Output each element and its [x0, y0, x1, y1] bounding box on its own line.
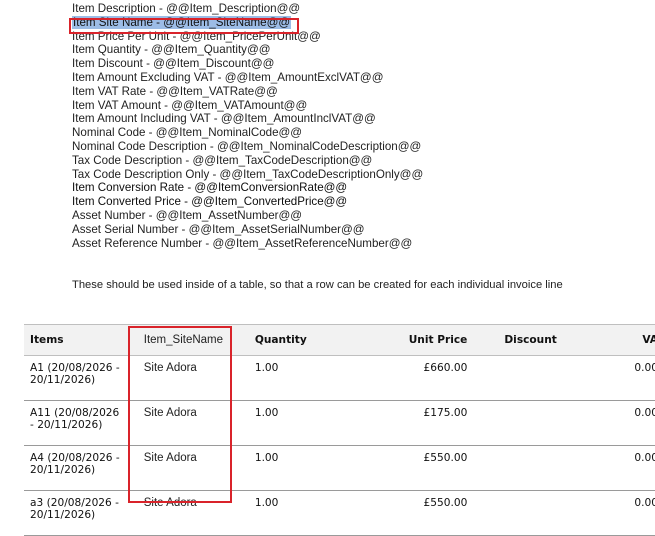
- cell-unit-price: £175.00: [351, 400, 474, 446]
- cell-vat: 0.00: [587, 490, 655, 536]
- merge-field-asset-serial-number: Asset Serial Number - @@Item_AssetSerial…: [72, 222, 365, 236]
- merge-field-item-converted-price: Item Converted Price - @@Item_ConvertedP…: [72, 195, 348, 209]
- header-unit-price: Unit Price: [351, 324, 474, 356]
- merge-field-item-quantity: Item Quantity - @@Item_Quantity@@: [72, 43, 271, 57]
- cell-vat: 0.00: [587, 445, 655, 491]
- table-row: a3 (20/08/2026 - 20/11/2026) Site Adora …: [24, 490, 655, 536]
- merge-field-asset-number: Asset Number - @@Item_AssetNumber@@: [72, 208, 303, 222]
- cell-vat: 0.00: [587, 355, 655, 401]
- cell-site-name: Site Adora: [129, 400, 249, 446]
- cell-item: A1 (20/08/2026 - 20/11/2026): [24, 355, 130, 401]
- cell-site-name: Site Adora: [129, 355, 249, 401]
- cell-site-name: Site Adora: [129, 490, 249, 536]
- table-header-row: Items Item_SiteName Quantity Unit Price …: [24, 324, 655, 356]
- header-item-site-name: Item_SiteName: [129, 324, 249, 356]
- merge-field-item-amount-incl-vat: Item Amount Including VAT - @@Item_Amoun…: [72, 112, 376, 126]
- cell-quantity: 1.00: [248, 490, 352, 536]
- cell-quantity: 1.00: [248, 445, 352, 491]
- merge-field-nominal-code-description: Nominal Code Description - @@Item_Nomina…: [72, 139, 422, 153]
- merge-field-item-discount: Item Discount - @@Item_Discount@@: [72, 57, 275, 71]
- merge-field-tax-code-description: Tax Code Description - @@Item_TaxCodeDes…: [72, 153, 373, 167]
- table-row: A4 (20/08/2026 - 20/11/2026) Site Adora …: [24, 445, 655, 491]
- cell-unit-price: £550.00: [351, 445, 474, 491]
- cell-item: A4 (20/08/2026 - 20/11/2026): [24, 445, 130, 491]
- merge-field-asset-reference-number: Asset Reference Number - @@Item_AssetRef…: [72, 236, 413, 250]
- table-row: A11 (20/08/2026 - 20/11/2026) Site Adora…: [24, 400, 655, 446]
- cell-item: A11 (20/08/2026 - 20/11/2026): [24, 400, 130, 446]
- merge-field-item-description: Item Description - @@Item_Description@@: [72, 2, 301, 15]
- cell-item: a3 (20/08/2026 - 20/11/2026): [24, 490, 130, 536]
- cell-discount: [473, 400, 588, 446]
- merge-field-item-amount-excl-vat: Item Amount Excluding VAT - @@Item_Amoun…: [72, 70, 384, 84]
- cell-discount: [473, 355, 588, 401]
- cell-quantity: 1.00: [248, 400, 352, 446]
- cell-unit-price: £550.00: [351, 490, 474, 536]
- merge-field-list: Item Description - @@Item_Description@@ …: [72, 2, 632, 250]
- header-discount: Discount: [473, 324, 588, 356]
- selection-annotation-box: [69, 18, 299, 34]
- cell-site-name: Site Adora: [129, 445, 249, 491]
- cell-discount: [473, 490, 588, 536]
- merge-field-nominal-code: Nominal Code - @@Item_NominalCode@@: [72, 126, 303, 140]
- merge-field-item-vat-rate: Item VAT Rate - @@Item_VATRate@@: [72, 84, 278, 98]
- merge-field-tax-code-description-only: Tax Code Description Only - @@Item_TaxCo…: [72, 167, 424, 181]
- merge-field-item-conversion-rate: Item Conversion Rate - @@ItemConversionR…: [72, 181, 348, 195]
- invoice-lines-table: Items Item_SiteName Quantity Unit Price …: [24, 324, 655, 536]
- cell-vat: 0.00: [587, 400, 655, 446]
- table-usage-note: These should be used inside of a table, …: [72, 279, 563, 291]
- header-quantity: Quantity: [248, 324, 352, 356]
- header-vat: VA: [587, 324, 655, 356]
- cell-quantity: 1.00: [248, 355, 352, 401]
- cell-unit-price: £660.00: [351, 355, 474, 401]
- header-items: Items: [24, 324, 130, 356]
- merge-field-item-vat-amount: Item VAT Amount - @@Item_VATAmount@@: [72, 98, 308, 112]
- cell-discount: [473, 445, 588, 491]
- table-row: A1 (20/08/2026 - 20/11/2026) Site Adora …: [24, 355, 655, 401]
